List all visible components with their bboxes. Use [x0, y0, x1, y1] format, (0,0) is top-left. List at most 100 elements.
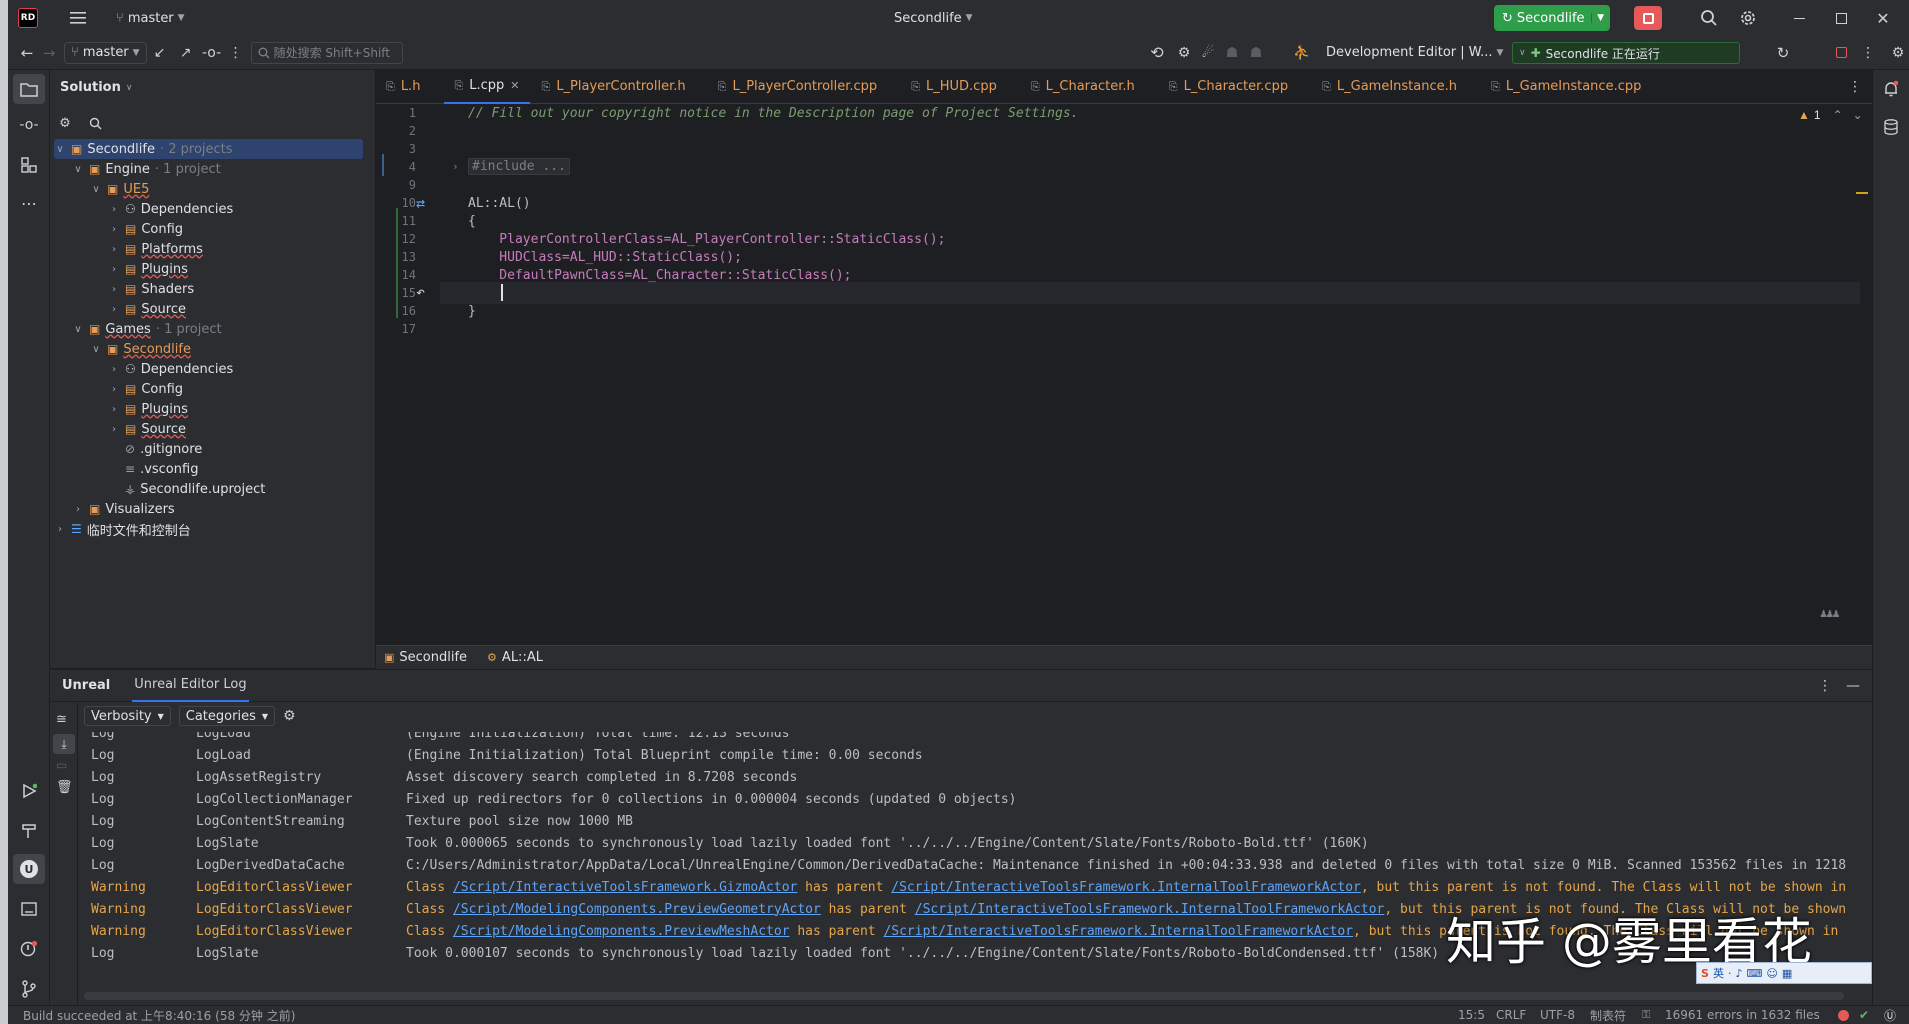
- log-row[interactable]: Log LogSlate Took 0.000065 seconds to sync…: [91, 832, 1369, 854]
- soft-wrap-button[interactable]: ≅: [56, 712, 67, 727]
- parent-class-link[interactable]: /Script/InteractiveToolsFramework.Intern…: [891, 880, 1361, 895]
- run-coverage-button[interactable]: ⛹: [1290, 45, 1314, 61]
- tree-item-gitignore[interactable]: ⊘ .gitignore: [108, 439, 202, 459]
- tab-l-cpp[interactable]: ⎘ L.cpp ✕: [444, 70, 530, 104]
- tree-item-source[interactable]: › ▤ Source: [108, 299, 186, 319]
- tree-item-games[interactable]: ∨ ▣ Games · 1 project: [72, 319, 221, 339]
- verbosity-dropdown[interactable]: Verbosity ▼: [84, 706, 171, 726]
- commit-tool-button[interactable]: -o-: [14, 110, 44, 140]
- inspection-widget[interactable]: ▲ 1 ⌃ ⌄: [1798, 108, 1863, 122]
- tree-item-secondlife-solution[interactable]: ∨ ▣ Secondlife · 2 projects: [54, 139, 232, 159]
- run-more-button[interactable]: ⋮: [1858, 45, 1878, 61]
- tree-item-visualizers[interactable]: › ▣ Visualizers: [72, 499, 175, 519]
- profile-button[interactable]: ☗: [1220, 45, 1244, 61]
- settings-button[interactable]: [1733, 3, 1763, 33]
- close-window-button[interactable]: ✕: [1868, 3, 1898, 33]
- panel-more-button[interactable]: ⋮: [1818, 678, 1832, 694]
- tab-l-character-h[interactable]: ⎘ L_Character.h: [1021, 70, 1145, 104]
- tree-item-shaders[interactable]: › ▤ Shaders: [108, 279, 194, 299]
- ai-assistant-icon[interactable]: ♟♟♟: [1820, 606, 1840, 620]
- tab-l-gameinstance-cpp[interactable]: ⎘ L_GameInstance.cpp: [1481, 70, 1651, 104]
- log-row[interactable]: Log LogSlate Took 0.000107 seconds to sync…: [91, 942, 1439, 964]
- attach-button[interactable]: ☗: [1244, 45, 1268, 61]
- fold-toggle-button[interactable]: ›: [452, 160, 459, 173]
- unreal-status-icon[interactable]: Ⓤ: [1884, 1007, 1896, 1024]
- tree-item-scratches[interactable]: › ☰ 临时文件和控制台: [54, 519, 191, 539]
- related-files-button[interactable]: ⇄: [416, 194, 425, 212]
- parent-class-link[interactable]: /Script/InteractiveToolsFramework.Intern…: [915, 902, 1385, 917]
- log-row[interactable]: Log LogDerivedDataCache C:/Users/Administr…: [91, 854, 1846, 876]
- search-everywhere-field[interactable]: 随处搜索 Shift+Shift: [250, 41, 403, 64]
- log-row[interactable]: Log LogLoad (Engine Initialization) Total …: [91, 744, 923, 766]
- explorer-tool-button[interactable]: [13, 74, 45, 104]
- chevron-down-icon[interactable]: ⌄: [1853, 108, 1863, 122]
- vcs-branch-selector[interactable]: ⑂ master ▼: [64, 41, 147, 64]
- minimize-button[interactable]: [1784, 3, 1814, 33]
- project-selector[interactable]: Secondlife ▼: [888, 6, 979, 30]
- ime-toolbar[interactable]: S 英 · ♪ ⌨ ☺ ▦: [1696, 962, 1872, 984]
- lock-icon[interactable]: ⚿: [1642, 1008, 1650, 1022]
- unreal-tool-button[interactable]: U: [13, 854, 45, 884]
- panel-tab-editor-log[interactable]: Unreal Editor Log: [132, 670, 249, 702]
- breadcrumb-project[interactable]: ▣ Secondlife: [384, 650, 467, 665]
- database-button[interactable]: [1876, 112, 1906, 142]
- notifications-button[interactable]: [1876, 74, 1906, 104]
- search-everywhere-button[interactable]: [1694, 3, 1724, 33]
- collapsed-include[interactable]: #include ...: [468, 158, 570, 175]
- chevron-up-icon[interactable]: ⌃: [1833, 108, 1843, 122]
- indent-setting[interactable]: 制表符: [1590, 1007, 1626, 1024]
- main-menu-button[interactable]: [66, 6, 90, 30]
- debug-button[interactable]: ☄: [1196, 45, 1220, 61]
- stop-run-button[interactable]: [1830, 47, 1852, 58]
- structure-tool-button[interactable]: [14, 150, 44, 180]
- class-link[interactable]: /Script/InteractiveToolsFramework.GizmoA…: [453, 880, 797, 895]
- tab-l-playercontroller-cpp[interactable]: ⎘ L_PlayerController.cpp: [708, 70, 888, 104]
- run-tool-button[interactable]: [14, 776, 44, 806]
- class-link[interactable]: /Script/ModelingComponents.PreviewGeomet…: [453, 902, 821, 917]
- configuration-selector[interactable]: Development Editor | W... ▼: [1320, 41, 1509, 65]
- stop-button[interactable]: [1634, 6, 1662, 30]
- tabs-more-button[interactable]: ⋮: [1848, 79, 1862, 95]
- panel-tab-unreal[interactable]: Unreal: [62, 678, 110, 693]
- more-button[interactable]: ⋮: [225, 45, 247, 61]
- build-tool-button[interactable]: [14, 816, 44, 846]
- tree-item-source[interactable]: › ▤ Source: [108, 419, 186, 439]
- rerun-button[interactable]: ↻: [1770, 44, 1796, 62]
- log-row[interactable]: Log LogCollectionManager Fixed up redirect…: [91, 788, 1016, 810]
- tree-item-config[interactable]: › ▤ Config: [108, 379, 183, 399]
- tab-l-character-cpp[interactable]: ⎘ L_Character.cpp: [1159, 70, 1298, 104]
- error-count[interactable]: 16961 errors in 1632 files: [1665, 1008, 1820, 1022]
- tree-item-secondlife-project[interactable]: ∨ ▣ Secondlife: [90, 339, 191, 359]
- tree-item-dependencies[interactable]: › ⚇ Dependencies: [108, 359, 233, 379]
- terminal-tool-button[interactable]: [14, 894, 44, 924]
- log-row-warning[interactable]: Warning LogEditorClassViewer Class /Script…: [91, 876, 1846, 898]
- revert-change-button[interactable]: ↶: [416, 283, 425, 301]
- tree-item-dependencies[interactable]: › ⚇ Dependencies: [108, 199, 233, 219]
- tab-l-gameinstance-h[interactable]: ⎘ L_GameInstance.h: [1312, 70, 1467, 104]
- tree-item-vsconfig[interactable]: ≡ .vsconfig: [108, 459, 198, 479]
- branch-selector[interactable]: ⑂ master ▼: [110, 6, 191, 30]
- panel-minimize-button[interactable]: —: [1846, 678, 1860, 694]
- log-settings-button[interactable]: ⚙: [283, 708, 296, 724]
- tree-search-button[interactable]: [86, 114, 104, 132]
- locate-file-button[interactable]: ⚙: [56, 114, 74, 132]
- tree-item-engine[interactable]: ∨ ▣ Engine · 1 project: [72, 159, 220, 179]
- tab-l-hud-cpp[interactable]: ⎘ L_HUD.cpp: [901, 70, 1007, 104]
- problems-tool-button[interactable]: [14, 934, 44, 964]
- tree-item-config[interactable]: › ▤ Config: [108, 219, 183, 239]
- parent-class-link[interactable]: /Script/InteractiveToolsFramework.Intern…: [883, 924, 1353, 939]
- solution-header[interactable]: Solution ∨: [60, 80, 132, 95]
- git-tool-button[interactable]: [14, 974, 44, 1004]
- line-ending[interactable]: CRLF: [1496, 1008, 1526, 1022]
- sync-button[interactable]: ⟲: [1144, 43, 1170, 62]
- run-config-button[interactable]: ↻ Secondlife ▼: [1494, 5, 1610, 31]
- maximize-button[interactable]: [1826, 3, 1856, 33]
- forward-button[interactable]: →: [38, 44, 60, 62]
- breadcrumb-symbol[interactable]: ⚙ AL::AL: [487, 650, 543, 665]
- tree-item-ue5[interactable]: ∨ ▣ UE5: [90, 179, 149, 199]
- file-encoding[interactable]: UTF-8: [1540, 1008, 1575, 1022]
- close-icon[interactable]: ✕: [510, 79, 519, 92]
- tree-item-plugins[interactable]: › ▤ Plugins: [108, 399, 188, 419]
- horizontal-scrollbar[interactable]: [84, 992, 1844, 1000]
- tree-item-plugins[interactable]: › ▤ Plugins: [108, 259, 188, 279]
